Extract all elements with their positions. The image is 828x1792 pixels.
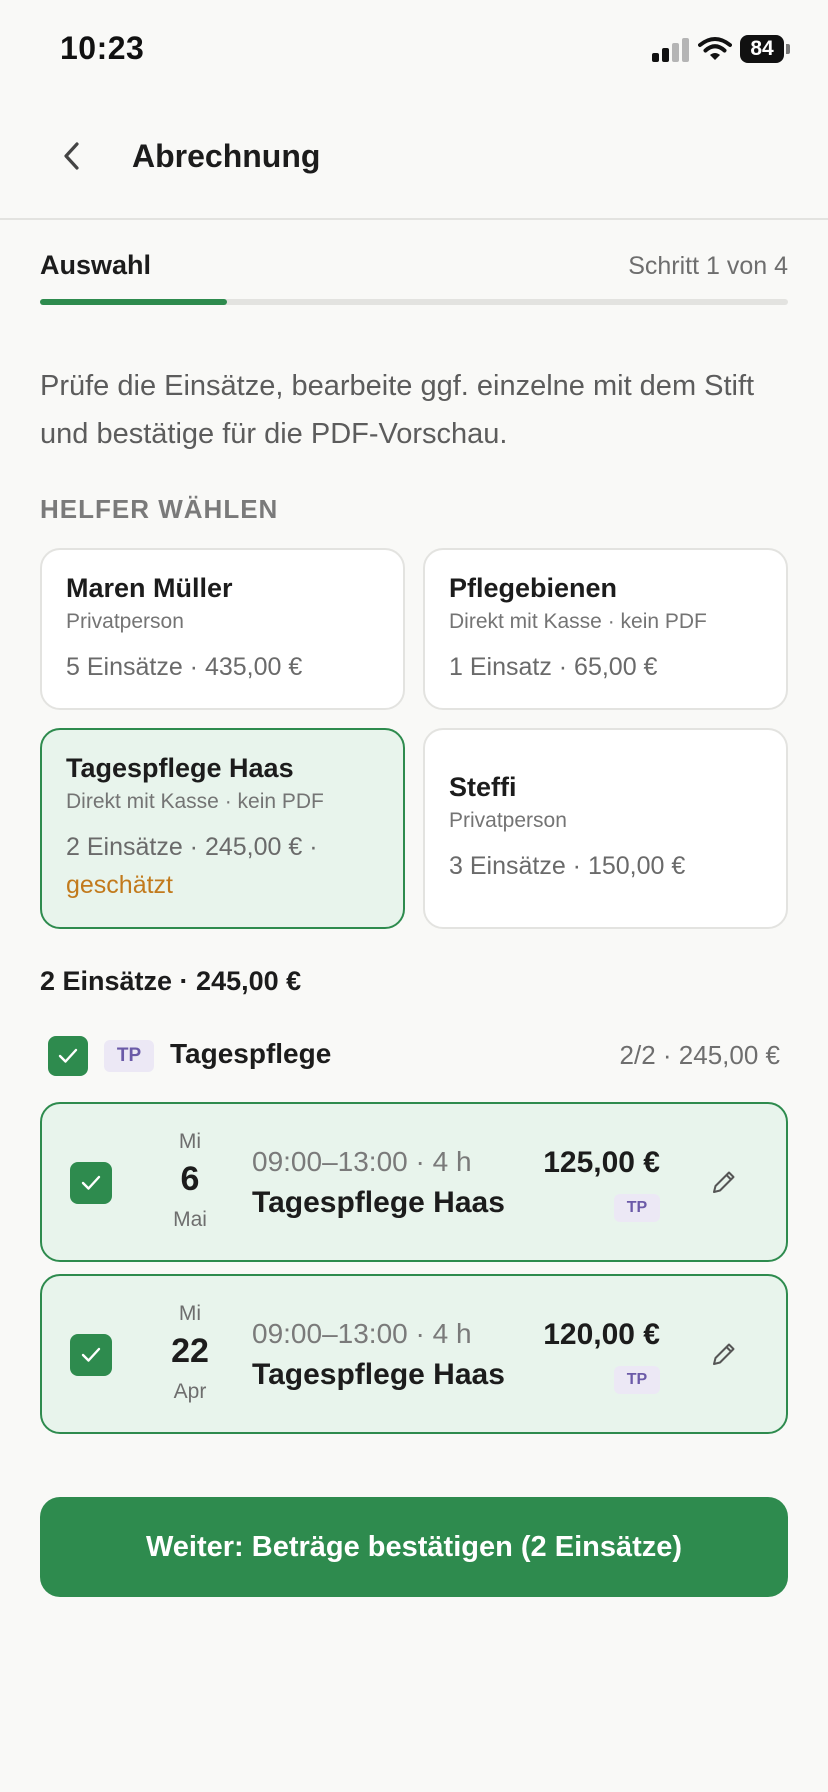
step-progress-fill xyxy=(40,299,227,305)
entry-name: Tagespflege Haas xyxy=(252,1358,505,1391)
entry-card[interactable]: Mi 22 Apr 09:00–13:00 · 4 h Tagespflege … xyxy=(40,1274,788,1434)
back-button[interactable] xyxy=(52,136,92,176)
helper-stats-text: 2 Einsätze · 245,00 € · xyxy=(66,833,318,861)
helper-type: Privatperson xyxy=(449,809,567,832)
navigation-bar: Abrechnung xyxy=(0,100,828,220)
step-counter: Schritt 1 von 4 xyxy=(628,252,788,280)
entry-month: Apr xyxy=(173,1380,207,1403)
helper-card-pflegebienen[interactable]: Pflegebienen Direkt mit Kasse · kein PDF… xyxy=(423,548,788,710)
selection-summary: 2 Einsätze · 245,00 € xyxy=(40,966,302,996)
status-time: 10:23 xyxy=(60,30,145,66)
entry-card[interactable]: Mi 6 Mai 09:00–13:00 · 4 h Tagespflege H… xyxy=(40,1102,788,1262)
helper-stats: 1 Einsatz · 65,00 € xyxy=(449,652,658,681)
category-badge: TP xyxy=(104,1040,154,1072)
wifi-icon xyxy=(698,37,732,60)
helper-name: Tagespflege Haas xyxy=(66,753,294,783)
battery-level: 84 xyxy=(750,37,774,60)
helper-name: Pflegebienen xyxy=(449,572,618,603)
cellular-signal-icon xyxy=(652,38,690,62)
entry-month: Mai xyxy=(173,1208,207,1231)
category-badge: TP xyxy=(614,1366,660,1394)
helper-name: Maren Müller xyxy=(66,572,233,603)
helper-stats: 3 Einsätze · 150,00 € xyxy=(449,852,686,880)
chevron-left-icon xyxy=(64,142,79,170)
entry-weekday: Mi xyxy=(178,1302,202,1325)
entry-amount: 120,00 € xyxy=(543,1318,660,1351)
entry-weekday: Mi xyxy=(178,1130,202,1153)
estimate-label: geschätzt xyxy=(66,871,174,899)
pencil-icon xyxy=(713,1171,735,1193)
entry-day: 6 xyxy=(180,1160,200,1198)
entry-time: 09:00–13:00 · 4 h xyxy=(252,1318,472,1349)
group-summary: 2/2 · 245,00 € xyxy=(619,1040,780,1070)
entry-time: 09:00–13:00 · 4 h xyxy=(252,1146,472,1177)
checkmark-icon xyxy=(81,1175,101,1190)
helper-card-steffi[interactable]: Steffi Privatperson 3 Einsätze · 150,00 … xyxy=(423,728,788,929)
helper-stats: 2 Einsätze · 245,00 € · geschätzt xyxy=(66,828,379,904)
checkmark-icon xyxy=(81,1347,101,1362)
page-title: Abrechnung xyxy=(132,138,321,174)
group-row-tagespflege: TP Tagespflege 2/2 · 245,00 € xyxy=(40,1030,788,1082)
category-badge: TP xyxy=(614,1194,660,1222)
intro-text: Prüfe die Einsätze, bearbeite ggf. einze… xyxy=(40,370,755,450)
helper-name: Steffi xyxy=(449,772,517,802)
pencil-icon xyxy=(713,1343,735,1365)
entry-day: 22 xyxy=(171,1332,209,1370)
step-progress-bar xyxy=(40,299,788,305)
helper-type: Privatperson xyxy=(66,609,184,633)
helper-card-maren-mueller[interactable]: Maren Müller Privatperson 5 Einsätze · 4… xyxy=(40,548,405,710)
section-heading: HELFER WÄHLEN xyxy=(40,494,279,524)
helper-stats: 5 Einsätze · 435,00 € xyxy=(66,652,303,681)
helper-card-tagespflege-haas[interactable]: Tagespflege Haas Direkt mit Kasse · kein… xyxy=(40,728,405,929)
entry-name: Tagespflege Haas xyxy=(252,1186,505,1219)
helper-type: Direkt mit Kasse · kein PDF xyxy=(66,790,324,813)
entry-checkbox[interactable] xyxy=(70,1162,112,1204)
helper-type: Direkt mit Kasse · kein PDF xyxy=(449,609,707,633)
group-checkbox[interactable] xyxy=(48,1036,88,1076)
checkmark-icon xyxy=(58,1048,78,1063)
step-label: Auswahl xyxy=(40,250,152,280)
edit-button[interactable] xyxy=(706,1164,742,1200)
edit-button[interactable] xyxy=(706,1336,742,1372)
entry-amount: 125,00 € xyxy=(543,1146,660,1179)
entry-checkbox[interactable] xyxy=(70,1334,112,1376)
group-name: Tagespflege xyxy=(170,1038,332,1069)
battery-icon: 84 xyxy=(740,35,790,63)
continue-button[interactable]: Weiter: Beträge bestätigen (2 Einsätze) xyxy=(40,1497,788,1597)
status-bar: 10:23 84 xyxy=(0,0,828,100)
